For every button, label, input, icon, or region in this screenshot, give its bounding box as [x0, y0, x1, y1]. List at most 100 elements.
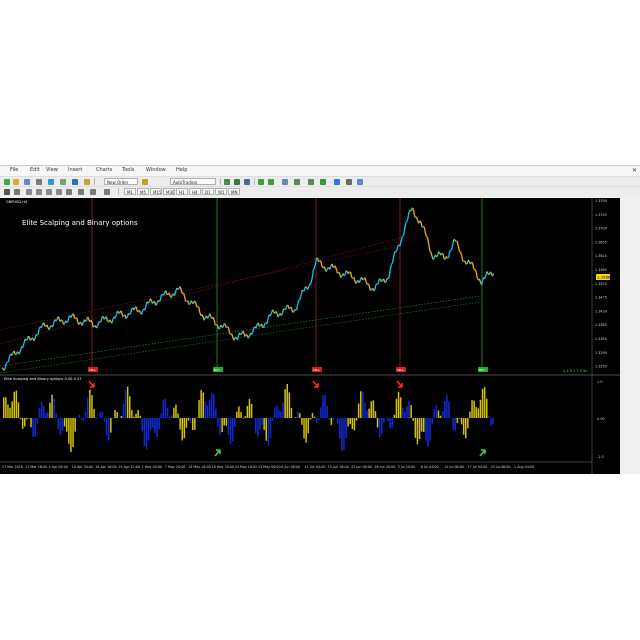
- price-segment: [177, 288, 180, 290]
- menu-window[interactable]: Window: [146, 167, 166, 173]
- histogram-bar: [145, 418, 148, 450]
- autotrading-button[interactable]: AutoTrading: [170, 178, 216, 185]
- timeframe-m15[interactable]: M15: [150, 188, 162, 195]
- histogram-bar: [15, 390, 18, 418]
- histogram-bar: [252, 418, 255, 420]
- strategy-tester-icon[interactable]: [84, 179, 90, 185]
- price-segment: [345, 270, 348, 273]
- menu-insert[interactable]: Insert: [68, 167, 82, 173]
- metaeditor-icon[interactable]: [142, 179, 148, 185]
- timeframe-m5[interactable]: M5: [137, 188, 149, 195]
- fibonacci-icon[interactable]: [66, 189, 72, 195]
- vertical-line-icon[interactable]: [26, 189, 32, 195]
- zoom-in-icon[interactable]: [258, 179, 264, 185]
- arrows-icon[interactable]: [104, 189, 110, 195]
- histogram-bar: [80, 418, 83, 420]
- menu-tools[interactable]: Tools: [122, 167, 134, 173]
- histogram-bar: [171, 415, 173, 418]
- candlestick-icon[interactable]: [234, 179, 240, 185]
- histogram-bar: [318, 418, 320, 420]
- histogram-bar: [420, 418, 423, 432]
- line-chart-icon[interactable]: [244, 179, 250, 185]
- templates-icon[interactable]: [346, 179, 352, 185]
- terminal-icon[interactable]: [72, 179, 78, 185]
- timeframe-w1[interactable]: W1: [215, 188, 227, 195]
- text-tool-icon[interactable]: [78, 189, 84, 195]
- price-segment: [343, 274, 346, 277]
- crosshair-icon[interactable]: [14, 189, 20, 195]
- time-tick-label: 7 May 20:00: [165, 465, 186, 469]
- histogram-bar: [63, 418, 66, 427]
- periods-icon[interactable]: [334, 179, 340, 185]
- price-segment: [305, 286, 307, 289]
- histogram-bar: [416, 418, 419, 445]
- histogram-bar: [231, 418, 234, 442]
- histogram-bar: [280, 411, 282, 418]
- price-segment: [55, 319, 58, 322]
- channel-icon[interactable]: [56, 189, 62, 195]
- timeframe-m1[interactable]: M1: [124, 188, 136, 195]
- menu-file[interactable]: File: [10, 167, 18, 173]
- window-close-icon[interactable]: ✕: [632, 167, 637, 174]
- histogram-bar: [414, 418, 417, 438]
- new-order-button[interactable]: New Order: [104, 178, 138, 185]
- chart-shift-icon[interactable]: [294, 179, 300, 185]
- histogram-bar: [19, 418, 22, 420]
- horizontal-line-icon[interactable]: [36, 189, 42, 195]
- price-segment: [125, 316, 128, 319]
- histogram-bar: [263, 418, 265, 430]
- chart-window[interactable]: SELL BUY SELL SELL BUY 1.3790 1.3745 1.3700 1.3…: [0, 198, 620, 474]
- trendline-icon[interactable]: [46, 189, 52, 195]
- market-watch-icon[interactable]: [36, 179, 42, 185]
- menu-charts[interactable]: Charts: [96, 167, 112, 173]
- timeframe-d1[interactable]: D1: [202, 188, 214, 195]
- histogram-bar: [55, 413, 57, 418]
- price-segment: [103, 317, 106, 320]
- histogram-bar: [103, 418, 106, 422]
- tile-windows-icon[interactable]: [282, 179, 288, 185]
- histogram-bar: [215, 408, 217, 418]
- timeframe-h4[interactable]: H4: [189, 188, 201, 195]
- price-segment: [223, 323, 226, 325]
- timeframe-h1[interactable]: H1: [176, 188, 188, 195]
- histogram-bar: [469, 411, 471, 418]
- timeframe-m30[interactable]: M30: [163, 188, 175, 195]
- indicators-icon[interactable]: [320, 179, 326, 185]
- time-tick-label: 10 Apr 20:00: [72, 465, 94, 469]
- menu-edit[interactable]: Edit: [30, 167, 40, 173]
- menu-view[interactable]: View: [46, 167, 58, 173]
- histogram-bar: [9, 407, 11, 418]
- histogram-bar: [490, 418, 492, 426]
- autoscroll-icon[interactable]: [308, 179, 314, 185]
- label-tool-icon[interactable]: [90, 189, 96, 195]
- price-segment: [301, 289, 304, 292]
- cursor-icon[interactable]: [4, 189, 10, 195]
- price-segment: [438, 251, 441, 254]
- price-segment: [318, 260, 321, 263]
- histogram-bar: [255, 418, 257, 434]
- profiles-icon[interactable]: [24, 179, 30, 185]
- timeframe-mn[interactable]: MN: [228, 188, 240, 195]
- chart-canvas[interactable]: SELL BUY SELL SELL BUY 1.3790 1.3745 1.3700 1.3…: [0, 198, 620, 474]
- navigator-icon[interactable]: [60, 179, 66, 185]
- histogram-bar: [313, 416, 316, 418]
- histogram-bar: [370, 401, 372, 418]
- histogram-bar: [284, 389, 286, 418]
- zoom-out-icon[interactable]: [268, 179, 274, 185]
- histogram-bar: [158, 418, 160, 430]
- options-icon[interactable]: [357, 179, 363, 185]
- histogram-bar: [143, 418, 146, 447]
- price-segment: [390, 262, 393, 266]
- histogram-bar: [45, 413, 47, 418]
- price-tick-label: 1.3385: [595, 323, 607, 327]
- histogram-bar: [343, 418, 345, 450]
- histogram-bar: [450, 417, 452, 418]
- price-segment: [340, 275, 343, 279]
- open-folder-icon[interactable]: [13, 179, 19, 185]
- menu-help[interactable]: Help: [176, 167, 187, 173]
- toolbar-separator: [94, 178, 95, 185]
- histogram-bar: [7, 404, 9, 418]
- new-chart-icon[interactable]: [4, 179, 10, 185]
- data-window-icon[interactable]: [48, 179, 54, 185]
- bar-chart-icon[interactable]: [224, 179, 230, 185]
